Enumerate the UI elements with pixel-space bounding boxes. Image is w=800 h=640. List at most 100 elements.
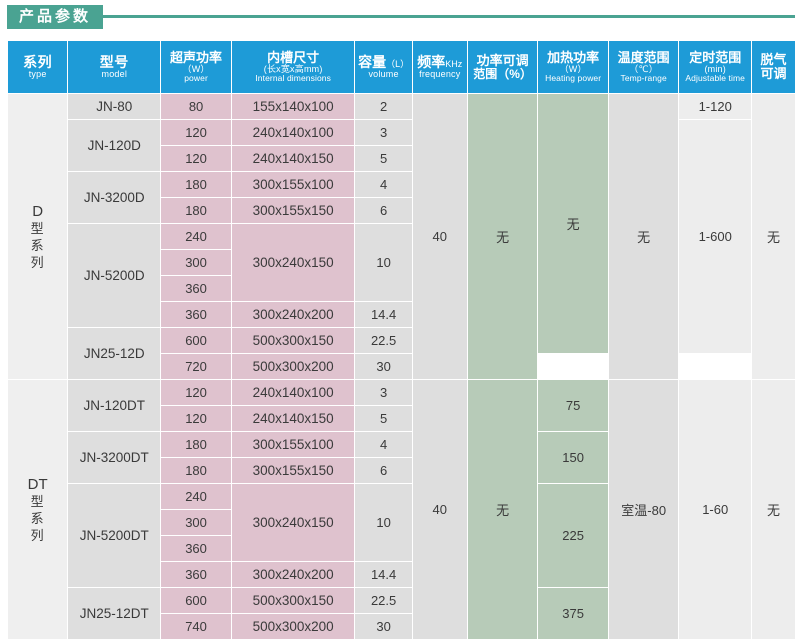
dimension-cell: 240x140x150 <box>232 406 355 431</box>
heating-power-cell: 150 <box>538 432 608 483</box>
power-cell: 120 <box>161 406 231 431</box>
dimension-cell: 300x240x200 <box>232 302 355 327</box>
title-rule <box>7 15 795 18</box>
degas-cell: 无 <box>752 380 795 639</box>
volume-cell: 14.4 <box>355 302 411 327</box>
model-cell: JN-5200D <box>68 224 160 327</box>
section-title-bar: 产品参数 <box>0 0 800 32</box>
power-cell: 360 <box>161 302 231 327</box>
series-suffix: 型系列 <box>8 220 67 271</box>
volume-cell: 5 <box>355 146 411 171</box>
series-cell: D型系列 <box>8 94 67 379</box>
dimension-cell: 300x240x150 <box>232 224 355 301</box>
page-title: 产品参数 <box>7 5 103 29</box>
degas-cell: 无 <box>752 94 795 379</box>
header-cell-adjustable: 定时范围(min)Adjustable time <box>679 41 751 93</box>
model-cell: JN25-12DT <box>68 588 160 639</box>
volume-cell: 10 <box>355 224 411 301</box>
header-row: 系列type型号model超声功率（W）power内槽尺寸(长x宽x高mm)In… <box>8 41 795 93</box>
dimension-cell: 300x240x150 <box>232 484 355 561</box>
heating-power-cell: 无 <box>538 94 608 353</box>
header-cell-frequency: 频率KHzfrequency <box>413 41 467 93</box>
frequency-cell: 40 <box>413 94 467 379</box>
table-header: 系列type型号model超声功率（W）power内槽尺寸(长x宽x高mm)In… <box>8 41 795 93</box>
power-cell: 180 <box>161 458 231 483</box>
header-cell-model: 型号model <box>68 41 160 93</box>
header-cell-temp-range: 温度范围（℃）Temp-range <box>609 41 679 93</box>
heating-power-cell: 75 <box>538 380 608 431</box>
dimension-cell: 300x155x100 <box>232 172 355 197</box>
dimension-cell: 500x300x200 <box>232 614 355 639</box>
volume-cell: 6 <box>355 458 411 483</box>
model-cell: JN25-12D <box>68 328 160 379</box>
spec-table: 系列type型号model超声功率（W）power内槽尺寸(长x宽x高mm)In… <box>7 40 796 640</box>
series-cell: DT型系列 <box>8 380 67 639</box>
power-cell: 120 <box>161 380 231 405</box>
dimension-cell: 240x140x100 <box>232 120 355 145</box>
power-cell: 240 <box>161 224 231 249</box>
model-cell: JN-3200DT <box>68 432 160 483</box>
model-cell: JN-120D <box>68 120 160 171</box>
power-cell: 240 <box>161 484 231 509</box>
dimension-cell: 500x300x150 <box>232 588 355 613</box>
power-cell: 80 <box>161 94 231 119</box>
header-cell-heating: 加热功率（W）Heating power <box>538 41 608 93</box>
volume-cell: 30 <box>355 354 411 379</box>
volume-cell: 4 <box>355 432 411 457</box>
volume-cell: 30 <box>355 614 411 639</box>
volume-cell: 4 <box>355 172 411 197</box>
volume-cell: 22.5 <box>355 328 411 353</box>
header-cell-col10: 脱气可调 <box>752 41 795 93</box>
power-cell: 120 <box>161 120 231 145</box>
model-cell: JN-5200DT <box>68 484 160 587</box>
volume-cell: 3 <box>355 380 411 405</box>
volume-cell: 3 <box>355 120 411 145</box>
timer-cell: 1-60 <box>679 380 751 639</box>
heating-power-cell: 375 <box>538 588 608 639</box>
dimension-cell: 300x155x150 <box>232 458 355 483</box>
dimension-cell: 300x155x100 <box>232 432 355 457</box>
power-cell: 600 <box>161 588 231 613</box>
heating-power-cell: 225 <box>538 484 608 587</box>
table-row: DT型系列JN-120DT120240x140x100340无75室温-801-… <box>8 380 795 405</box>
header-cell-power: 超声功率（W）power <box>161 41 231 93</box>
power-cell: 360 <box>161 276 231 301</box>
header-cell-volume: 容量（L）volume <box>355 41 411 93</box>
temp-range-cell: 室温-80 <box>609 380 679 639</box>
power-cell: 720 <box>161 354 231 379</box>
header-cell-type: 系列type <box>8 41 67 93</box>
dimension-cell: 300x155x150 <box>232 198 355 223</box>
volume-cell: 5 <box>355 406 411 431</box>
timer-cell: 1-600 <box>679 120 751 353</box>
dimension-cell: 300x240x200 <box>232 562 355 587</box>
power-cell: 180 <box>161 198 231 223</box>
power-cell: 180 <box>161 432 231 457</box>
header-cell-col6: 功率可调范围（%） <box>468 41 538 93</box>
power-cell: 300 <box>161 250 231 275</box>
power-cell: 300 <box>161 510 231 535</box>
model-cell: JN-80 <box>68 94 160 119</box>
volume-cell: 10 <box>355 484 411 561</box>
power-cell: 360 <box>161 536 231 561</box>
series-name: DT <box>8 476 67 493</box>
model-cell: JN-120DT <box>68 380 160 431</box>
power-cell: 360 <box>161 562 231 587</box>
model-cell: JN-3200D <box>68 172 160 223</box>
frequency-cell: 40 <box>413 380 467 639</box>
power-cell: 120 <box>161 146 231 171</box>
volume-cell: 14.4 <box>355 562 411 587</box>
temp-range-cell: 无 <box>609 94 679 379</box>
series-name: D <box>8 203 67 220</box>
dimension-cell: 500x300x200 <box>232 354 355 379</box>
power-cell: 600 <box>161 328 231 353</box>
dimension-cell: 240x140x100 <box>232 380 355 405</box>
dimension-cell: 240x140x150 <box>232 146 355 171</box>
timer-cell: 1-120 <box>679 94 751 119</box>
series-suffix: 型系列 <box>8 493 67 544</box>
power-cell: 740 <box>161 614 231 639</box>
power-adjust-cell: 无 <box>468 380 538 639</box>
volume-cell: 2 <box>355 94 411 119</box>
volume-cell: 6 <box>355 198 411 223</box>
table-row: D型系列JN-8080155x140x100240无无无1-120无 <box>8 94 795 119</box>
power-cell: 180 <box>161 172 231 197</box>
